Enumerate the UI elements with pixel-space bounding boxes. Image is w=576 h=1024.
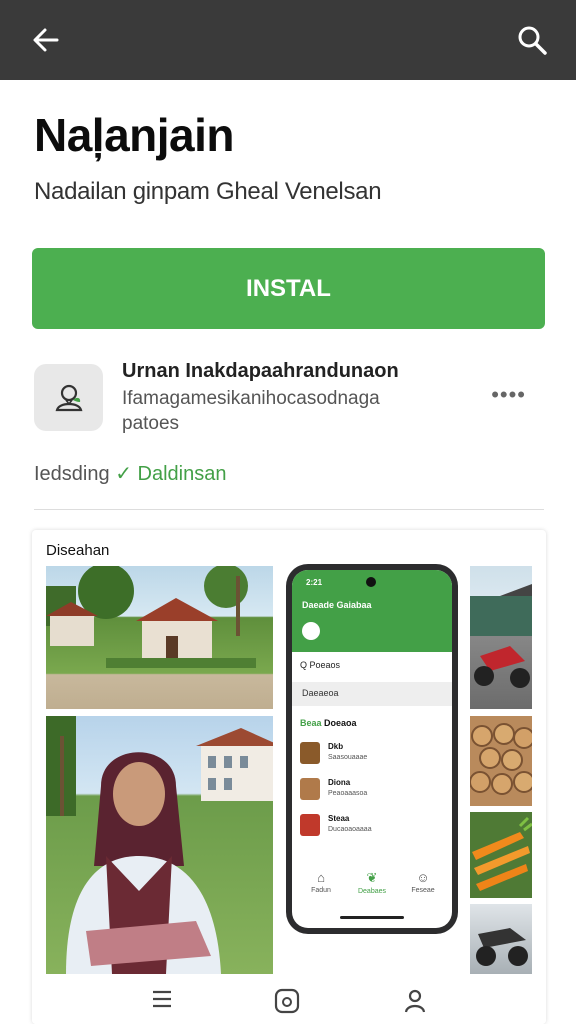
person-icon xyxy=(404,989,426,1013)
back-button[interactable] xyxy=(24,18,68,62)
status-value: Daldinsan xyxy=(137,463,227,485)
home-indicator xyxy=(340,916,404,919)
list-item: Diona Peaoaaasoa xyxy=(300,776,440,806)
developer-name: Urnan Inakdapaahrandunaon xyxy=(122,360,399,382)
avatar xyxy=(302,622,320,640)
phone-bottom-nav: ⌂ Fadun ❦ Deabaes ☺ Feseae xyxy=(292,870,452,910)
photo-woman-portrait[interactable] xyxy=(46,716,273,974)
more-options-icon[interactable]: •••• xyxy=(491,382,526,408)
item-subtitle: Saasouaaae xyxy=(328,754,368,761)
install-button[interactable]: INSTAL xyxy=(32,248,545,329)
item-title: Dkb xyxy=(328,742,344,751)
phone-time: 2:21 xyxy=(306,578,323,587)
nav-menu[interactable] xyxy=(142,988,182,1018)
leaf-icon: ❦ xyxy=(366,870,378,885)
phone-nav-label: Fadun xyxy=(311,887,331,894)
item-subtitle: Peaoaaasoa xyxy=(328,790,368,797)
app-subtitle: Nadailan ginpam Gheal Venelsan xyxy=(34,178,382,205)
install-status: Iedsding ✓ Daldinsan xyxy=(34,461,226,486)
person-icon: ☺ xyxy=(416,870,430,885)
app-title: Naļanjain xyxy=(34,109,235,161)
phone-filter-bar: Daeaeoa xyxy=(292,682,452,706)
search-icon xyxy=(518,26,547,55)
screenshot-gallery[interactable]: Diseahan 2:21 Daeade Gaiabaa Q Poeaos Da… xyxy=(32,530,546,1024)
phone-nav-label: Feseae xyxy=(411,887,435,894)
phone-nav-leaf: ❦ Deabaes xyxy=(347,870,397,895)
item-title: Diona xyxy=(328,778,351,787)
photo-traditional-building[interactable] xyxy=(46,566,273,709)
item-thumbnail xyxy=(300,742,320,764)
developer-logo-icon xyxy=(34,364,103,431)
camera-notch xyxy=(366,577,376,587)
photo-motorcycle[interactable] xyxy=(470,566,532,709)
phone-nav-home: ⌂ Fadun xyxy=(296,870,346,894)
developer-description: Ifamagamesikanihocasodnaga patoes xyxy=(122,388,380,434)
list-item: Steaa Ducaoaoaaaa xyxy=(300,812,440,842)
divider xyxy=(34,509,544,510)
gallery-label: Diseahan xyxy=(46,542,110,559)
phone-app-header: 2:21 Daeade Gaiabaa xyxy=(292,570,452,652)
phone-app-title: Daeade Gaiabaa xyxy=(302,600,372,610)
phone-search-field: Q Poeaos xyxy=(300,660,341,670)
item-subtitle: Ducaoaoaaaa xyxy=(328,826,372,833)
item-thumbnail xyxy=(300,814,320,836)
check-icon: ✓ xyxy=(115,463,132,485)
top-app-bar xyxy=(0,0,576,80)
list-item: Dkb Saasouaaae xyxy=(300,740,440,770)
status-label: Iedsding xyxy=(34,463,110,485)
nav-profile[interactable] xyxy=(395,988,435,1018)
phone-nav-profile: ☺ Feseae xyxy=(398,870,448,894)
home-icon: ⌂ xyxy=(317,870,325,885)
photo-carrots[interactable] xyxy=(470,812,532,898)
item-title: Steaa xyxy=(328,814,350,823)
phone-nav-label: Deabaes xyxy=(357,888,387,895)
section-rest: Doeaoa xyxy=(321,718,357,728)
item-thumbnail xyxy=(300,778,320,800)
nav-app[interactable] xyxy=(267,988,307,1018)
search-button[interactable] xyxy=(510,18,554,62)
developer-row[interactable]: Urnan Inakdapaahrandunaon Ifamagamesikan… xyxy=(34,356,544,440)
phone-screen: 2:21 Daeade Gaiabaa Q Poeaos Daeaeoa Bea… xyxy=(292,570,452,928)
photo-vehicle[interactable] xyxy=(470,904,532,974)
arrow-left-icon xyxy=(33,28,59,52)
phone-section-title: Beaa Doeaoa xyxy=(300,718,357,728)
phone-mockup: 2:21 Daeade Gaiabaa Q Poeaos Daeaeoa Bea… xyxy=(286,564,458,934)
photo-wood-logs[interactable] xyxy=(470,716,532,806)
section-prefix: Beaa xyxy=(300,718,322,728)
app-home-icon xyxy=(274,988,300,1014)
menu-icon xyxy=(153,990,171,1008)
bottom-navigation xyxy=(32,978,546,1024)
